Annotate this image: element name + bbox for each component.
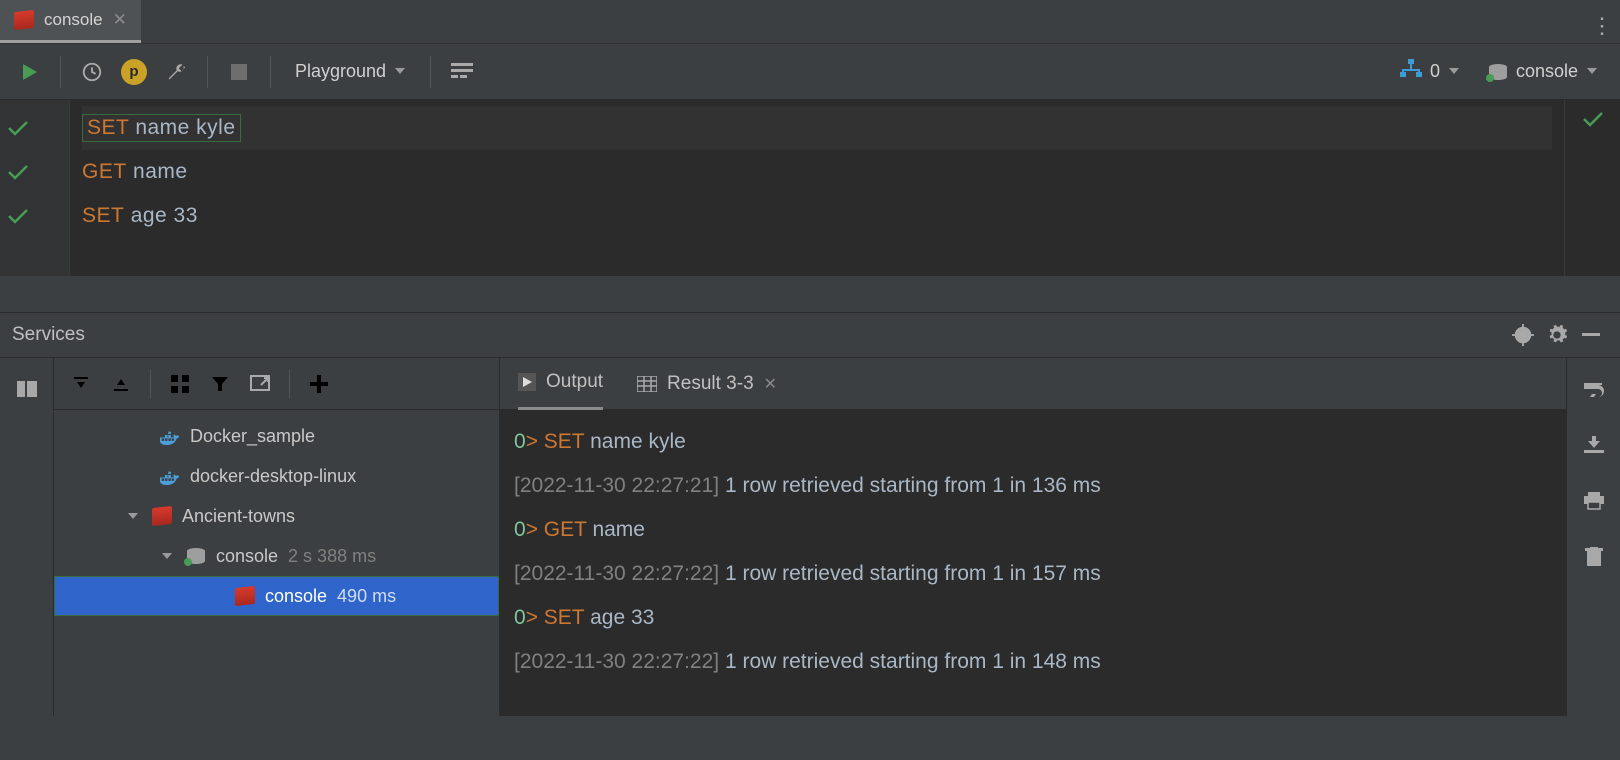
schema-dropdown[interactable]: 0 [1390, 59, 1470, 84]
code-area[interactable]: SET name kyle GET name SET age 33 [70, 100, 1564, 276]
code-line[interactable]: GET name [82, 150, 1552, 194]
schema-count: 0 [1430, 61, 1440, 82]
close-icon[interactable]: ✕ [113, 10, 127, 30]
chevron-down-icon [158, 550, 176, 562]
tree-label: console [265, 586, 327, 607]
tree-item-console-session[interactable]: console 2 s 388 ms [54, 536, 499, 576]
tab-result[interactable]: Result 3-3 ✕ [637, 358, 777, 410]
minimize-icon[interactable] [1574, 318, 1608, 352]
group-icon[interactable] [163, 367, 197, 401]
output-tabs: Output Result 3-3 ✕ [500, 358, 1566, 410]
file-tab-console[interactable]: console ✕ [0, 0, 141, 43]
redis-icon [14, 9, 34, 29]
code-editor[interactable]: SET name kyle GET name SET age 33 [0, 100, 1620, 276]
print-icon[interactable] [1577, 484, 1611, 518]
datasource-icon [1488, 64, 1508, 80]
tree-timing: 2 s 388 ms [288, 546, 376, 567]
run-button[interactable] [12, 55, 46, 89]
mode-label: Playground [295, 61, 386, 82]
tree-label: console [216, 546, 278, 567]
chevron-down-icon [394, 61, 406, 82]
datasource-icon [186, 548, 206, 564]
trash-icon[interactable] [1577, 540, 1611, 574]
services-header: Services [0, 312, 1620, 358]
close-icon[interactable]: ✕ [764, 374, 777, 394]
soft-wrap-icon[interactable] [1577, 372, 1611, 406]
expand-all-icon[interactable] [64, 367, 98, 401]
output-body[interactable]: 0> SET name kyle [2022-11-30 22:27:21] 1… [500, 410, 1566, 716]
redis-icon [152, 506, 172, 526]
code-line[interactable]: SET name kyle [82, 106, 1552, 150]
transpose-icon[interactable] [445, 55, 479, 89]
collapse-all-icon[interactable] [104, 367, 138, 401]
scroll-to-end-icon[interactable] [1577, 428, 1611, 462]
panel-splitter[interactable] [0, 276, 1620, 312]
services-side-toolbar [0, 358, 54, 716]
inspection-check-icon[interactable] [1564, 100, 1620, 276]
tree-toolbar [54, 358, 499, 410]
check-icon [0, 106, 69, 150]
tree-item-console-leaf[interactable]: console 490 ms [54, 576, 499, 616]
add-icon[interactable] [302, 367, 336, 401]
stop-button[interactable] [222, 55, 256, 89]
tree-item-docker-desktop[interactable]: docker-desktop-linux [54, 456, 499, 496]
services-body: Docker_sample docker-desktop-linux Ancie… [0, 358, 1620, 716]
check-icon [0, 194, 69, 238]
history-icon[interactable] [75, 55, 109, 89]
filter-icon[interactable] [203, 367, 237, 401]
tree-list: Docker_sample docker-desktop-linux Ancie… [54, 410, 499, 716]
tree-timing: 490 ms [337, 586, 396, 607]
open-tab-icon[interactable] [243, 367, 277, 401]
services-tree: Docker_sample docker-desktop-linux Ancie… [54, 358, 500, 716]
tree-label: Ancient-towns [182, 506, 295, 527]
session-dropdown[interactable]: console [1478, 61, 1608, 82]
chevron-down-icon [124, 510, 142, 522]
docker-icon [160, 469, 180, 483]
tab-label: Result 3-3 [667, 373, 754, 395]
editor-gutter [0, 100, 70, 276]
chevron-down-icon [1586, 61, 1598, 82]
services-title: Services [12, 324, 85, 346]
editor-toolbar: p Playground 0 console [0, 44, 1620, 100]
kebab-menu-icon[interactable]: ⋮ [1584, 9, 1620, 43]
file-tabs: console ✕ ⋮ [0, 0, 1620, 44]
docker-icon [160, 429, 180, 443]
layout-icon[interactable] [10, 372, 44, 406]
tree-label: docker-desktop-linux [190, 466, 356, 487]
output-panel: Output Result 3-3 ✕ 0> SET name kyle [20… [500, 358, 1566, 716]
redis-icon [235, 586, 255, 606]
check-icon [0, 150, 69, 194]
code-line[interactable]: SET age 33 [82, 194, 1552, 238]
settings-wrench-icon[interactable] [159, 55, 193, 89]
tree-item-ancient-towns[interactable]: Ancient-towns [54, 496, 499, 536]
playground-badge[interactable]: p [117, 55, 151, 89]
tab-output[interactable]: Output [518, 358, 603, 410]
tree-label: Docker_sample [190, 426, 315, 447]
tab-title: console [44, 10, 103, 30]
chevron-down-icon [1448, 61, 1460, 82]
target-icon[interactable] [1506, 318, 1540, 352]
mode-dropdown[interactable]: Playground [285, 61, 416, 82]
tree-item-docker-sample[interactable]: Docker_sample [54, 416, 499, 456]
schema-icon [1400, 59, 1422, 84]
output-side-toolbar [1566, 358, 1620, 716]
session-label: console [1516, 61, 1578, 82]
tab-label: Output [546, 371, 603, 393]
gear-icon[interactable] [1540, 318, 1574, 352]
